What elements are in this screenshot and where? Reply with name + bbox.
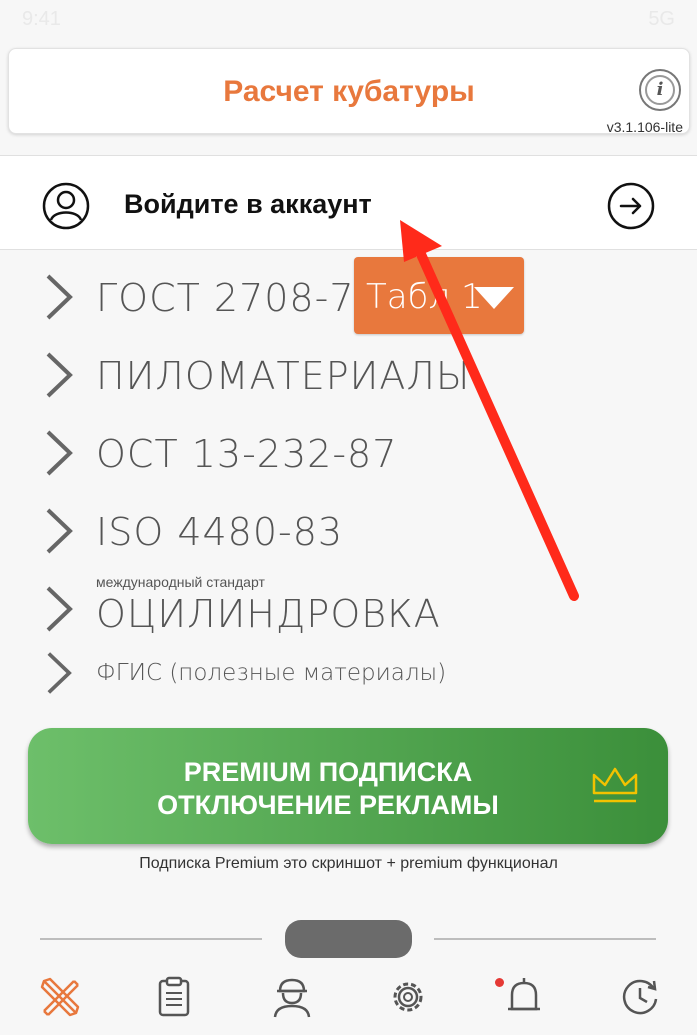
menu-item-fgis[interactable]: ФГИС (полезные материалы) <box>0 648 697 700</box>
clipboard-icon[interactable] <box>152 975 196 1019</box>
status-bar: 9:41 5G <box>0 0 697 40</box>
premium-note: Подписка Premium это скриншот + premium … <box>139 855 558 872</box>
chevron-right-icon <box>47 652 72 694</box>
menu-item-gost[interactable]: ГОСТ 2708-75 <box>0 270 697 330</box>
premium-subscription-button[interactable]: PREMIUM ПОДПИСКА ОТКЛЮЧЕНИЕ РЕКЛАМЫ <box>28 728 668 844</box>
app-title: Расчет кубатуры <box>223 75 475 108</box>
user-icon <box>42 182 90 230</box>
chevron-right-icon <box>46 508 73 554</box>
history-icon[interactable] <box>618 975 662 1019</box>
status-time: 9:41 <box>22 8 61 30</box>
bell-icon[interactable] <box>502 975 546 1019</box>
notification-badge <box>495 978 504 987</box>
menu-item-cylinder[interactable]: международный стандарт ОЦИЛИНДРОВКА <box>0 574 697 636</box>
scroll-handle[interactable] <box>285 920 412 958</box>
menu-item-label: ISO 4480-83 <box>96 510 344 554</box>
menu-item-label: ОЦИЛИНДРОВКА <box>96 592 441 636</box>
info-button[interactable]: i <box>639 69 681 111</box>
menu-item-label: ОСТ 13-232-87 <box>96 432 398 476</box>
app-version: v3.1.106-lite <box>606 119 683 135</box>
login-row[interactable]: Войдите в аккаунт <box>0 155 697 250</box>
app-header: Расчет кубатуры i v3.1.106-lite <box>8 48 690 135</box>
menu-item-lumber[interactable]: ПИЛОМАТЕРИАЛЫ <box>0 348 697 408</box>
chevron-right-icon <box>46 352 73 398</box>
menu-item-label: ПИЛОМАТЕРИАЛЫ <box>96 354 471 398</box>
arrow-right-circle-icon <box>607 182 655 230</box>
info-icon: i <box>645 75 675 105</box>
premium-subtitle: ОТКЛЮЧЕНИЕ РЕКЛАМЫ <box>157 790 499 820</box>
table-select-value: Табл 1 <box>366 277 483 317</box>
divider <box>434 938 656 940</box>
menu-item-iso[interactable]: ISO 4480-83 <box>0 504 697 564</box>
ruler-pencil-icon[interactable] <box>38 975 82 1019</box>
status-network: 5G <box>648 8 675 30</box>
chevron-right-icon <box>46 430 73 476</box>
login-label: Войдите в аккаунт <box>124 189 372 219</box>
menu-item-label: ГОСТ 2708-75 <box>96 276 380 320</box>
chevron-right-icon <box>46 274 73 320</box>
gear-icon[interactable] <box>386 975 430 1019</box>
worker-icon[interactable] <box>270 975 314 1019</box>
chevron-down-icon <box>474 287 514 309</box>
menu-item-sublabel: международный стандарт <box>96 574 265 590</box>
chevron-right-icon <box>46 586 73 632</box>
divider <box>40 938 262 940</box>
table-select[interactable]: Табл 1 <box>354 257 524 334</box>
menu-item-ost[interactable]: ОСТ 13-232-87 <box>0 426 697 486</box>
crown-icon <box>592 767 638 803</box>
premium-title: PREMIUM ПОДПИСКА <box>183 757 473 787</box>
menu-item-label: ФГИС (полезные материалы) <box>96 660 447 686</box>
